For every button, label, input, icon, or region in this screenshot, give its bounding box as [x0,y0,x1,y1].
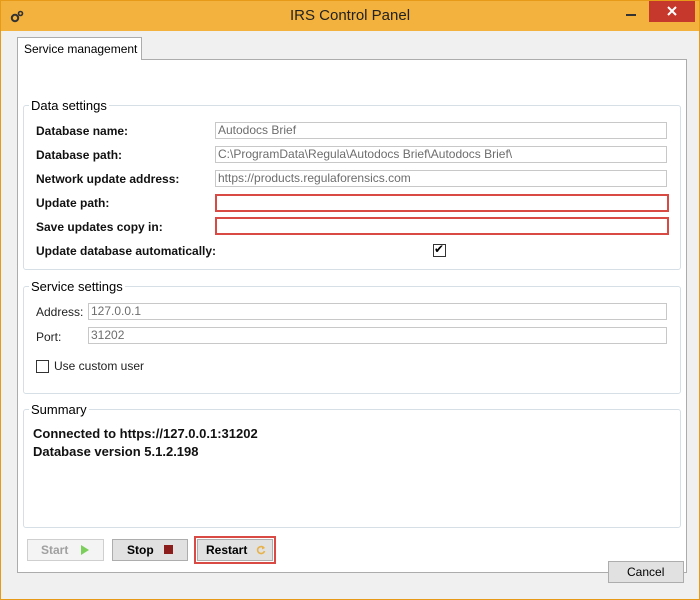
start-button-label: Start [41,543,69,557]
database-path-field[interactable]: C:\ProgramData\Regula\Autodocs Brief\Aut… [215,146,667,163]
stop-button-label: Stop [127,543,154,557]
summary-version-text: Database version 5.1.2.198 [33,444,199,459]
auto-update-checkbox[interactable] [433,242,446,257]
network-update-address-label: Network update address: [36,172,180,186]
stop-icon [164,545,173,554]
refresh-icon [256,545,266,555]
start-button[interactable]: Start [27,539,104,561]
title-bar[interactable]: IRS Control Panel [1,1,699,31]
window-title: IRS Control Panel [289,7,411,24]
tab-panel: Data settings Database name: Autodocs Br… [17,59,687,573]
database-path-label: Database path: [36,148,123,162]
save-updates-copy-label: Save updates copy in: [36,220,163,234]
auto-update-label: Update database automatically: [36,244,217,258]
group-title: Service settings [31,279,123,294]
port-label: Port: [36,330,62,344]
client-area: Service management Data settings Databas… [8,31,692,592]
address-field[interactable]: 127.0.0.1 [88,303,667,320]
restart-button-label: Restart [206,543,248,557]
database-name-field[interactable]: Autodocs Brief [215,122,667,139]
save-updates-copy-field[interactable] [215,217,669,235]
restart-button[interactable]: Restart [194,536,276,564]
summary-group: Summary [23,402,681,528]
minimize-button[interactable] [617,5,645,25]
tab-label: Service management [24,42,138,56]
network-update-address-field[interactable]: https://products.regulaforensics.com [215,170,667,187]
update-path-field[interactable] [215,194,669,212]
app-window: IRS Control Panel Service management Dat… [0,0,700,600]
tab-service-management[interactable]: Service management [17,37,142,60]
play-icon [81,545,89,555]
update-path-label: Update path: [36,196,110,210]
close-icon [667,6,677,16]
summary-connection-text: Connected to https://127.0.0.1:31202 [33,426,258,441]
group-title: Data settings [31,98,107,113]
port-field[interactable]: 31202 [88,327,667,344]
custom-user-checkbox[interactable] [36,360,49,373]
cancel-button[interactable]: Cancel [608,561,684,583]
address-label: Address: [36,305,84,319]
database-name-label: Database name: [36,124,129,138]
cancel-button-label: Cancel [627,565,665,579]
stop-button[interactable]: Stop [112,539,188,561]
custom-user-label: Use custom user [54,359,145,373]
close-button[interactable] [649,1,695,22]
group-title: Summary [31,402,87,417]
